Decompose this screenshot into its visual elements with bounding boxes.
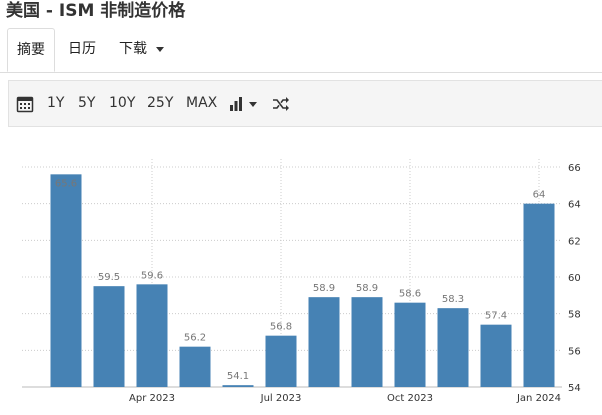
chart-type-button[interactable] [229, 82, 259, 127]
tab-download-label: 下载 [119, 41, 147, 57]
bar-chart-icon [230, 97, 257, 111]
bar [93, 286, 125, 387]
bar [308, 297, 340, 387]
bar [523, 203, 555, 387]
tab-download[interactable]: 下载 [110, 28, 173, 71]
chart-toolbar: 1Y 5Y 10Y 25Y MAX [8, 80, 602, 127]
y-tick-label: 62 [568, 236, 581, 247]
bar [179, 346, 211, 387]
x-tick-label: Jan 2024 [516, 393, 561, 404]
data-label: 58.6 [399, 289, 421, 300]
data-label: 58.3 [442, 294, 464, 305]
bar [136, 284, 168, 387]
data-label: 56.8 [270, 322, 292, 333]
tab-summary-label: 摘要 [17, 42, 45, 58]
range-max-button[interactable]: MAX [186, 81, 217, 126]
x-tick-label: Apr 2023 [129, 393, 175, 404]
data-label: 65.6 [55, 178, 77, 189]
data-label: 59.5 [98, 272, 120, 283]
y-tick-label: 64 [568, 200, 581, 211]
y-tick-label: 66 [568, 163, 581, 174]
y-tick-label: 60 [568, 273, 581, 284]
bar [222, 385, 254, 387]
tab-summary[interactable]: 摘要 [7, 28, 55, 72]
page-title: 美国 - ISM 非制造价格 [6, 1, 186, 21]
calendar-icon[interactable] [16, 82, 34, 127]
tab-bar: 摘要 日历 下载 [0, 28, 602, 73]
x-tick-label: Oct 2023 [387, 393, 433, 404]
chevron-down-icon [156, 46, 165, 52]
y-tick-label: 54 [568, 383, 581, 394]
y-tick-label: 56 [568, 346, 581, 357]
y-tick-label: 58 [568, 310, 581, 321]
range-1y-button[interactable]: 1Y [47, 81, 64, 126]
data-label: 58.9 [313, 283, 335, 294]
bar [50, 174, 82, 387]
bar [265, 335, 297, 387]
data-label: 64 [533, 190, 546, 201]
bar-chart: 54 56 58 60 62 64 66 Apr 2023 Jul 2023 Oct 2023 Ja… [22, 159, 581, 404]
x-tick-label: Jul 2023 [260, 393, 302, 404]
data-label: 58.9 [356, 283, 378, 294]
bar [351, 297, 383, 387]
data-label: 56.2 [184, 333, 206, 344]
bar [437, 308, 469, 387]
bar [480, 324, 512, 387]
range-25y-button[interactable]: 25Y [147, 81, 173, 126]
range-5y-button[interactable]: 5Y [78, 81, 95, 126]
shuffle-icon[interactable] [272, 82, 290, 127]
data-label: 54.1 [227, 371, 249, 382]
data-label: 57.4 [485, 311, 507, 322]
tab-calendar[interactable]: 日历 [59, 28, 105, 71]
bar [394, 302, 426, 387]
chart-area: 54 56 58 60 62 64 66 Apr 2023 Jul 2023 Oct 2023 Ja… [0, 128, 602, 411]
range-10y-button[interactable]: 10Y [109, 81, 135, 126]
data-label: 59.6 [141, 270, 163, 281]
tab-calendar-label: 日历 [68, 41, 96, 57]
